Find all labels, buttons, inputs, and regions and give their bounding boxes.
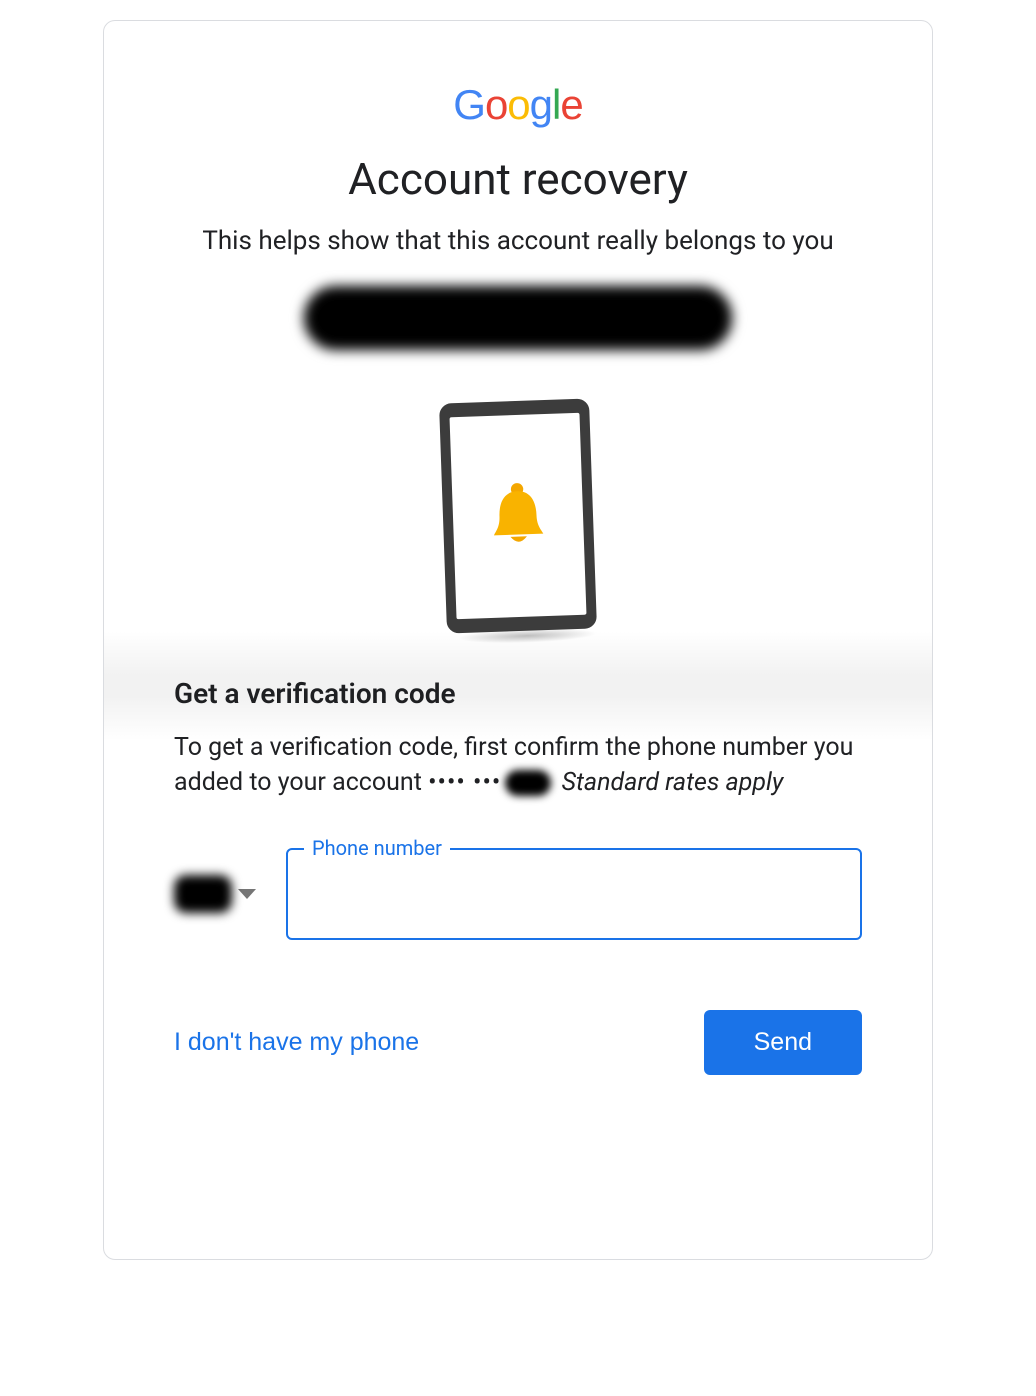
logo-letter: G	[453, 81, 485, 128]
google-logo: Google	[174, 81, 862, 129]
logo-letter: e	[560, 81, 582, 128]
phone-number-input[interactable]	[286, 848, 862, 940]
chevron-down-icon	[238, 889, 256, 899]
no-phone-link[interactable]: I don't have my phone	[174, 1018, 419, 1067]
page-title: Account recovery	[174, 153, 862, 205]
phone-field-wrap: Phone number	[286, 848, 862, 940]
logo-letter: g	[530, 81, 552, 128]
page-subtitle: This helps show that this account really…	[178, 223, 858, 261]
masked-phone-hint: •••• •••	[428, 768, 501, 797]
decorative-shadow	[104, 631, 932, 741]
country-flag-icon	[174, 875, 232, 913]
recovery-card: Google Account recovery This helps show …	[103, 20, 933, 1260]
phone-frame-icon	[439, 398, 597, 633]
send-button[interactable]: Send	[704, 1010, 862, 1075]
redacted-digits	[505, 770, 551, 796]
country-code-selector[interactable]	[174, 875, 256, 913]
logo-letter: o	[485, 81, 507, 128]
phone-illustration	[439, 398, 597, 633]
logo-letter: o	[507, 81, 529, 128]
phone-input-row: Phone number	[174, 848, 862, 940]
phone-field-label: Phone number	[304, 836, 450, 860]
phone-screen	[450, 412, 587, 618]
bell-icon	[484, 480, 552, 552]
account-chip[interactable]	[303, 285, 733, 351]
rates-note: Standard rates apply	[562, 768, 784, 797]
action-row: I don't have my phone Send	[174, 1010, 862, 1075]
